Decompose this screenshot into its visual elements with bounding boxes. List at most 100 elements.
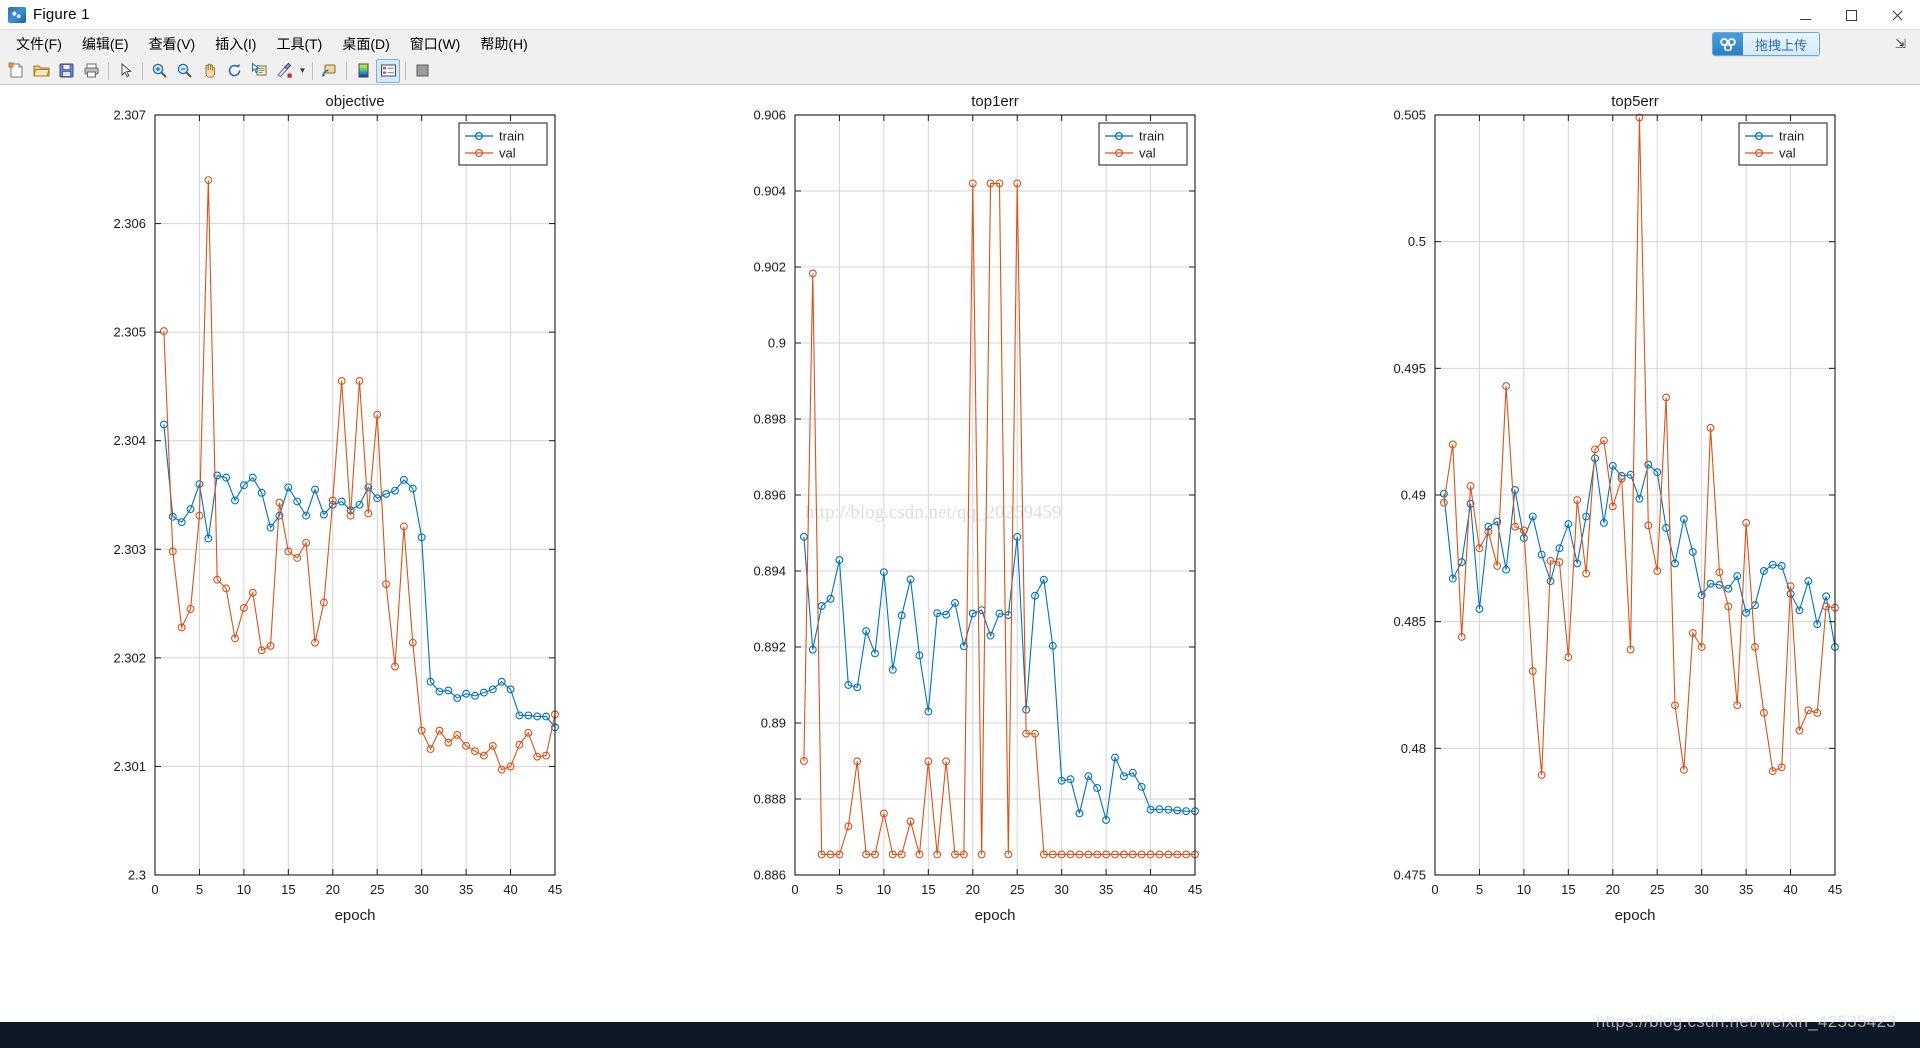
x-axis-label: epoch — [335, 907, 376, 924]
x-tick-label: 25 — [1010, 882, 1024, 897]
toolbar-separator — [142, 61, 143, 80]
x-tick-label: 10 — [1517, 882, 1531, 897]
x-tick-label: 20 — [966, 882, 980, 897]
legend-label-train: train — [1779, 129, 1804, 144]
taskbar-tile[interactable] — [120, 1022, 180, 1048]
collapse-ribbon-icon[interactable]: ⇲ — [1895, 36, 1906, 52]
x-tick-label: 40 — [1783, 882, 1797, 897]
y-tick-label: 0.886 — [753, 868, 786, 883]
x-tick-label: 30 — [414, 882, 428, 897]
maximize-button[interactable] — [1828, 0, 1874, 30]
x-tick-label: 10 — [877, 882, 891, 897]
x-tick-label: 40 — [1143, 882, 1157, 897]
chart-legend[interactable]: train val — [458, 122, 548, 166]
zoom-in-button[interactable] — [147, 59, 171, 83]
y-tick-label: 0.5 — [1408, 234, 1426, 249]
chart-svg-objective: 0 5 10 15 20 25 30 35 40 45 2.3 2.301 2.302 2.303 2.30… — [113, 93, 562, 924]
y-tick-label: 0.485 — [1393, 614, 1426, 629]
x-tick-label: 0 — [1431, 882, 1438, 897]
minimize-button[interactable] — [1782, 0, 1828, 30]
menu-insert[interactable]: 插入(I) — [205, 31, 266, 57]
drag-upload-button[interactable]: 拖拽上传 — [1711, 32, 1820, 56]
data-cursor-button[interactable] — [247, 59, 271, 83]
toolbar-separator — [346, 61, 347, 80]
x-tick-label: 0 — [151, 882, 158, 897]
pan-button[interactable] — [197, 59, 221, 83]
menu-window[interactable]: 窗口(W) — [400, 31, 471, 57]
taskbar-tile[interactable] — [60, 1022, 120, 1048]
x-tick-label: 45 — [1828, 882, 1842, 897]
menu-help[interactable]: 帮助(H) — [470, 31, 537, 57]
save-figure-button[interactable] — [54, 59, 78, 83]
y-tick-label: 2.307 — [113, 108, 146, 123]
rotate-3d-button[interactable] — [222, 59, 246, 83]
legend-button[interactable] — [376, 58, 400, 83]
x-tick-label: 35 — [459, 882, 473, 897]
x-tick-label: 15 — [1561, 882, 1575, 897]
title-bar: Figure 1 — [0, 0, 1920, 30]
chart-top1err[interactable]: http://blog.csdn.net/qq_20259459 0 5 10 15 20… — [640, 85, 1280, 1022]
y-tick-label: 2.304 — [113, 433, 146, 448]
menu-bar: 文件(F) 编辑(E) 查看(V) 插入(I) 工具(T) 桌面(D) 窗口(W… — [0, 30, 1920, 57]
x-tick-label: 35 — [1739, 882, 1753, 897]
y-tick-label: 0.9 — [768, 336, 786, 351]
y-tick-label: 2.301 — [113, 759, 146, 774]
x-tick-label: 15 — [281, 882, 295, 897]
x-tick-label: 25 — [370, 882, 384, 897]
y-tick-label: 0.894 — [753, 564, 786, 579]
colorbar-button[interactable] — [351, 59, 375, 83]
menu-edit[interactable]: 编辑(E) — [72, 31, 139, 57]
brush-dropdown-icon[interactable]: ▼ — [297, 59, 308, 83]
plot-area: 0 5 10 15 20 25 30 35 40 45 2.3 2.301 2.302 2.303 2.30… — [0, 85, 1920, 1022]
menu-file[interactable]: 文件(F) — [6, 31, 72, 57]
chart-legend[interactable]: train val — [1098, 122, 1188, 166]
legend-label-train: train — [1139, 129, 1164, 144]
figure-canvas: 0 5 10 15 20 25 30 35 40 45 2.3 2.301 2.302 2.303 2.30… — [0, 85, 1920, 1022]
zoom-out-button[interactable] — [172, 59, 196, 83]
menu-desktop[interactable]: 桌面(D) — [332, 31, 399, 57]
x-tick-label: 30 — [1054, 882, 1068, 897]
link-plot-button[interactable] — [317, 59, 341, 83]
chart-svg-top5err: 0 5 10 15 20 25 30 35 40 45 0.475 0.48 0.485 0.49 0.49… — [1393, 93, 1842, 924]
taskbar-tile[interactable] — [0, 1022, 60, 1048]
open-file-button[interactable] — [29, 59, 53, 83]
print-figure-button[interactable] — [79, 59, 103, 83]
chart-objective[interactable]: 0 5 10 15 20 25 30 35 40 45 2.3 2.301 2.302 2.303 2.30… — [0, 85, 640, 1022]
new-figure-button[interactable] — [4, 59, 28, 83]
y-tick-label: 0.896 — [753, 488, 786, 503]
menu-tools[interactable]: 工具(T) — [266, 31, 332, 57]
y-tick-label: 0.904 — [753, 184, 786, 199]
y-tick-label: 0.48 — [1401, 741, 1426, 756]
x-tick-label: 5 — [1476, 882, 1483, 897]
toolbar-separator — [405, 61, 406, 80]
y-tick-label: 0.49 — [1401, 488, 1426, 503]
legend-label-val: val — [1139, 146, 1156, 161]
legend-label-val: val — [1779, 146, 1796, 161]
y-tick-label: 2.305 — [113, 325, 146, 340]
matlab-icon — [8, 6, 26, 23]
chart-top5err[interactable]: 0 5 10 15 20 25 30 35 40 45 0.475 0.48 0.485 0.49 0.49… — [1280, 85, 1920, 1022]
legend-label-train: train — [499, 129, 524, 144]
y-tick-label: 0.902 — [753, 260, 786, 275]
x-tick-label: 15 — [921, 882, 935, 897]
close-button[interactable] — [1874, 0, 1920, 30]
toolbar-separator — [312, 61, 313, 80]
y-tick-label: 0.475 — [1393, 868, 1426, 883]
cloud-upload-icon — [1712, 33, 1743, 55]
y-tick-label: 0.505 — [1393, 108, 1426, 123]
plot-browser-button[interactable] — [410, 59, 434, 83]
x-tick-label: 45 — [1188, 882, 1202, 897]
menu-view[interactable]: 查看(V) — [139, 31, 206, 57]
drag-upload-label: 拖拽上传 — [1742, 33, 1819, 55]
x-tick-label: 30 — [1694, 882, 1708, 897]
y-tick-label: 0.89 — [761, 716, 786, 731]
y-tick-label: 0.898 — [753, 412, 786, 427]
y-tick-label: 0.495 — [1393, 361, 1426, 376]
brush-button[interactable] — [272, 59, 296, 83]
x-tick-label: 40 — [503, 882, 517, 897]
toolbar-separator — [108, 61, 109, 80]
pointer-select-button[interactable] — [113, 59, 137, 83]
chart-legend[interactable]: train val — [1738, 122, 1828, 166]
x-tick-label: 5 — [196, 882, 203, 897]
legend-label-val: val — [499, 146, 516, 161]
